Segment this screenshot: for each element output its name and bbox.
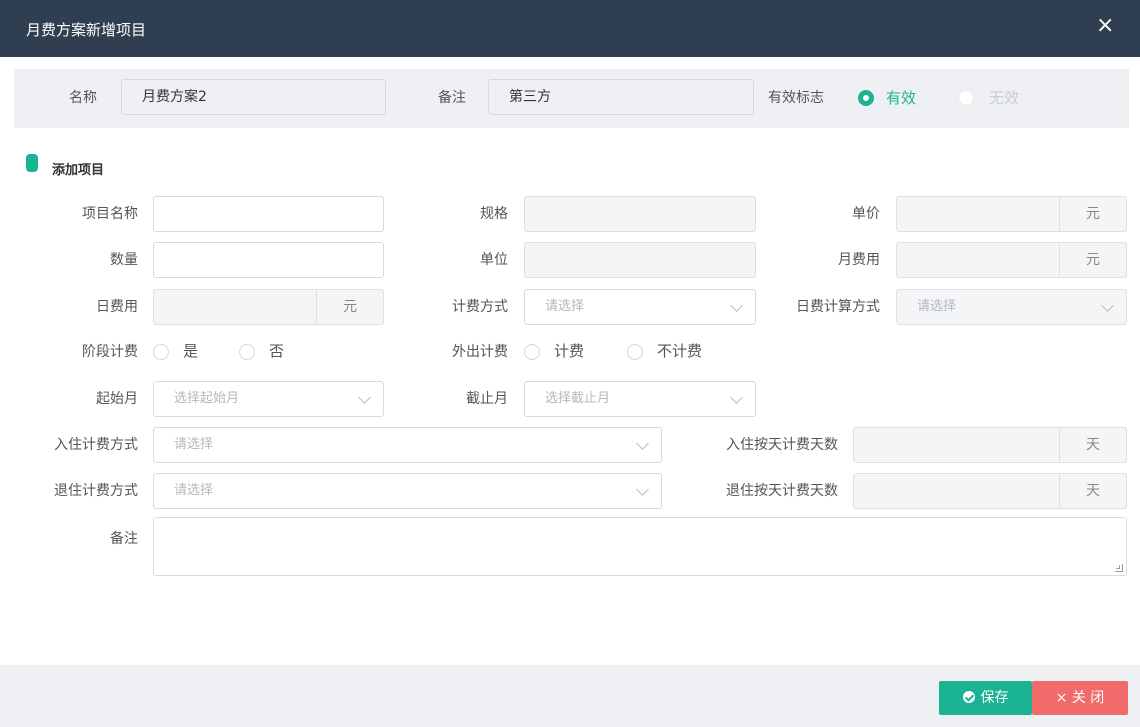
unit-price-input: 元 (896, 196, 1127, 232)
qty-label: 数量 (110, 252, 138, 268)
daily-fee-input: 元 (153, 289, 384, 325)
unit-price-label: 单价 (852, 206, 880, 222)
daily-calc-placeholder: 请选择 (917, 299, 957, 314)
daily-calc-select: 请选择 (896, 289, 1127, 325)
billing-method-label: 计费方式 (452, 299, 508, 315)
unit-input (524, 242, 756, 278)
remark-label: 备注 (110, 531, 138, 547)
start-month-select[interactable]: 选择起始月 (153, 381, 384, 417)
outing-billing-radio-yes[interactable] (524, 344, 540, 360)
plan-remark-value: 第三方 (509, 89, 551, 105)
monthly-fee-input: 元 (896, 242, 1127, 278)
checkin-days-input: 天 (853, 427, 1127, 463)
checkout-days-label: 退住按天计费天数 (726, 483, 838, 499)
resize-grip-icon[interactable] (1115, 564, 1123, 572)
checkout-days-input: 天 (853, 473, 1127, 509)
checkin-method-select[interactable]: 请选择 (153, 427, 662, 463)
spec-label: 规格 (480, 206, 508, 222)
item-name-label: 项目名称 (82, 206, 138, 222)
start-month-placeholder: 选择起始月 (174, 391, 240, 406)
qty-input[interactable] (153, 242, 384, 278)
save-button-label: 保存 (980, 690, 1009, 706)
end-month-placeholder: 选择截止月 (545, 391, 611, 406)
chevron-down-icon (1101, 299, 1114, 312)
checkin-method-label: 入住计费方式 (54, 437, 138, 453)
stage-billing-radio-no[interactable] (239, 344, 255, 360)
valid-flag-label: 有效标志 (768, 90, 824, 106)
chevron-down-icon (636, 437, 649, 450)
billing-method-select[interactable]: 请选择 (524, 289, 756, 325)
check-circle-icon (962, 691, 975, 703)
section-title: 添加项目 (52, 163, 105, 178)
checkout-method-label: 退住计费方式 (54, 483, 138, 499)
valid-option-no-label: 无效 (989, 89, 1020, 107)
chevron-down-icon (636, 483, 649, 496)
end-month-select[interactable]: 选择截止月 (524, 381, 756, 417)
checkout-days-addon: 天 (1059, 473, 1127, 509)
close-button[interactable]: × 关 闭 (1032, 681, 1128, 715)
plan-name-input[interactable]: 月费方案2 (121, 79, 386, 115)
valid-radio-no[interactable] (958, 90, 974, 106)
unit-label: 单位 (480, 252, 508, 268)
outing-billing-yes-label: 计费 (554, 342, 585, 360)
checkout-method-select[interactable]: 请选择 (153, 473, 662, 509)
chevron-down-icon (730, 299, 743, 312)
valid-option-yes-label: 有效 (886, 89, 917, 107)
outing-billing-no-label: 不计费 (657, 342, 703, 360)
dialog-title: 月费方案新增项目 (26, 21, 147, 39)
outing-billing-label: 外出计费 (452, 344, 508, 360)
valid-radio-yes[interactable] (858, 90, 874, 106)
chevron-down-icon (730, 391, 743, 404)
checkin-days-label: 入住按天计费天数 (726, 437, 838, 453)
unit-price-addon: 元 (1059, 196, 1127, 232)
monthly-fee-label: 月费用 (838, 252, 880, 268)
monthly-fee-addon: 元 (1059, 242, 1127, 278)
daily-calc-label: 日费计算方式 (796, 299, 880, 315)
spec-input (524, 196, 756, 232)
plan-name-label: 名称 (69, 90, 97, 106)
remark-textarea[interactable] (153, 517, 1127, 576)
plan-remark-input[interactable]: 第三方 (488, 79, 754, 115)
section-marker (26, 154, 38, 172)
outing-billing-radio-no[interactable] (627, 344, 643, 360)
close-button-label: × 关 闭 (1055, 690, 1105, 706)
plan-name-value: 月费方案2 (142, 89, 207, 105)
stage-billing-yes-label: 是 (183, 342, 199, 360)
checkin-days-addon: 天 (1059, 427, 1127, 463)
daily-fee-label: 日费用 (96, 299, 138, 315)
checkin-method-placeholder: 请选择 (174, 437, 214, 452)
end-month-label: 截止月 (466, 391, 508, 407)
close-icon[interactable]: × (1096, 14, 1114, 38)
daily-fee-addon: 元 (316, 289, 384, 325)
chevron-down-icon (358, 391, 371, 404)
plan-remark-label: 备注 (438, 90, 466, 106)
checkout-method-placeholder: 请选择 (174, 483, 214, 498)
dialog-titlebar (0, 0, 1140, 57)
item-name-input[interactable] (153, 196, 384, 232)
save-button[interactable]: 保存 (939, 681, 1032, 715)
stage-billing-radio-yes[interactable] (153, 344, 169, 360)
stage-billing-no-label: 否 (269, 342, 285, 360)
billing-method-placeholder: 请选择 (545, 299, 585, 314)
start-month-label: 起始月 (96, 391, 138, 407)
stage-billing-label: 阶段计费 (82, 344, 138, 360)
